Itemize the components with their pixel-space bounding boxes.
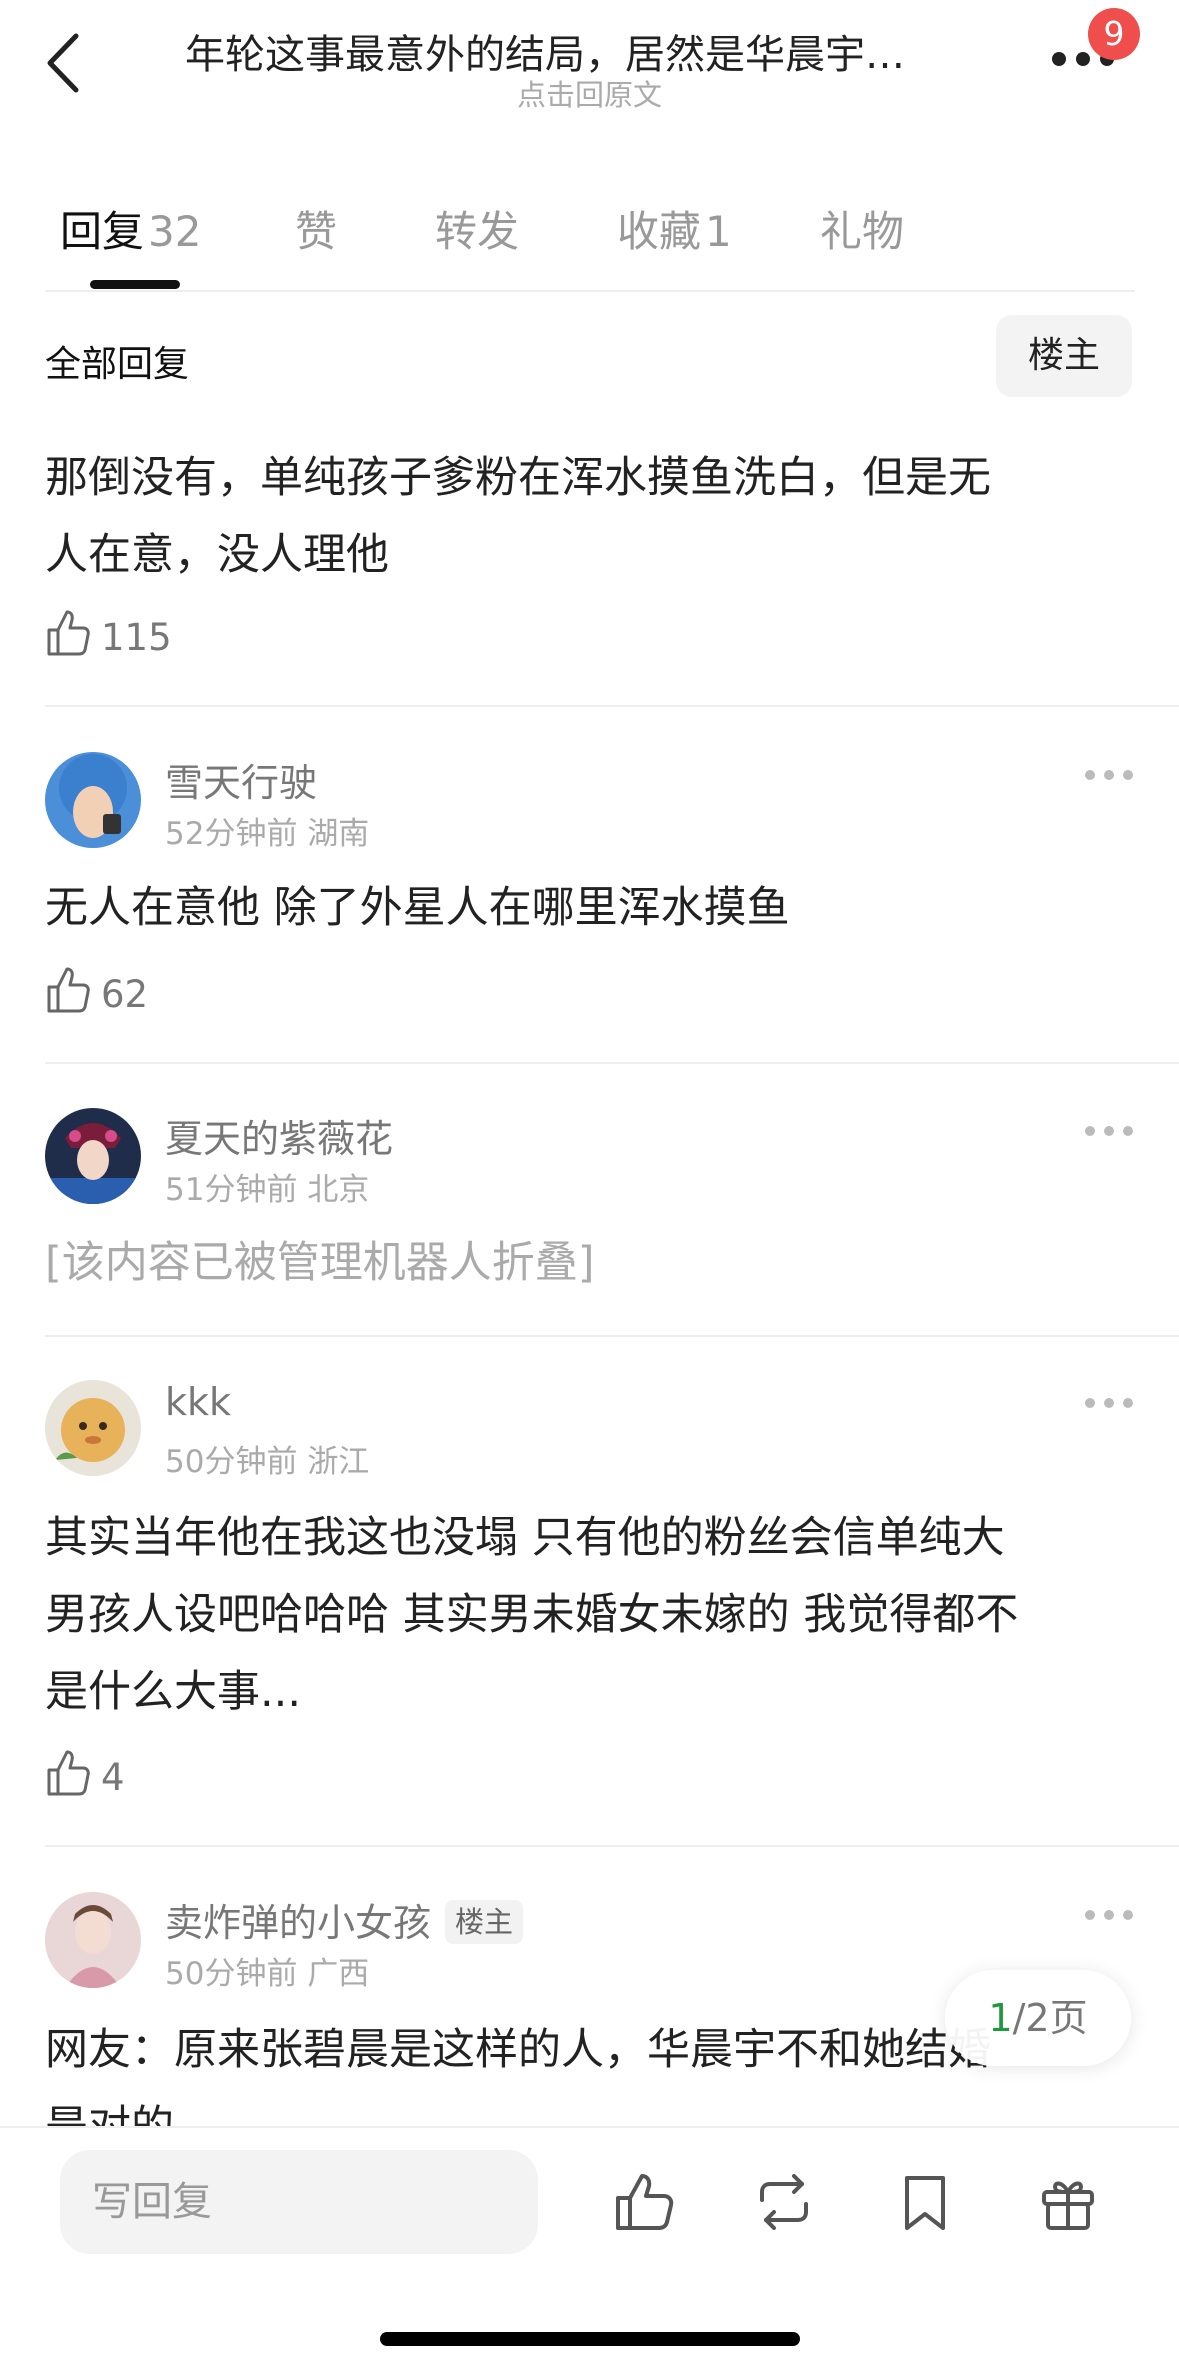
repost-icon[interactable]	[752, 2170, 816, 2234]
username[interactable]: 卖炸弹的小女孩 楼主	[165, 1892, 524, 1948]
divider	[45, 1335, 1179, 1337]
comment-location: 湖南	[307, 816, 370, 852]
username[interactable]: 雪天行驶	[165, 752, 317, 807]
total-pages: /2页	[1012, 1996, 1088, 2040]
like-count: 4	[101, 1756, 125, 1799]
comment-text: 无人在意他 除了外星人在哪里浑水摸鱼	[45, 883, 790, 933]
comment-time: 50分钟前	[165, 1444, 298, 1480]
comment-meta: 51分钟前 北京	[165, 1164, 369, 1209]
tab-label: 礼物	[820, 207, 905, 256]
comment-meta: 50分钟前 浙江	[165, 1436, 369, 1481]
tab-count: 32	[148, 207, 202, 256]
avatar[interactable]	[45, 1380, 141, 1476]
tab-reposts[interactable]: 转发	[435, 198, 519, 259]
avatar[interactable]	[45, 752, 141, 848]
tab-favorites[interactable]: 收藏1	[617, 198, 732, 259]
thumbs-up-icon	[47, 610, 90, 656]
tab-count: 1	[705, 207, 732, 256]
tab-likes[interactable]: 赞	[295, 198, 337, 259]
home-indicator	[380, 2332, 800, 2346]
thumbs-up-icon	[47, 967, 90, 1013]
bookmark-icon[interactable]	[893, 2170, 957, 2234]
avatar[interactable]	[45, 1108, 141, 1204]
tab-label: 赞	[295, 207, 338, 256]
divider	[45, 1062, 1179, 1064]
tab-bar: 回复32 赞 转发 收藏1 礼物	[0, 190, 1179, 290]
comment-text-line: 是什么大事...	[45, 1667, 302, 1717]
page-indicator[interactable]: 1/2页	[945, 1970, 1131, 2066]
tab-gifts[interactable]: 礼物	[820, 198, 904, 259]
tab-replies[interactable]: 回复32	[60, 198, 201, 259]
comment-location: 广西	[307, 1956, 370, 1992]
reply-input[interactable]: 写回复	[60, 2150, 538, 2254]
comment-location: 浙江	[307, 1444, 370, 1480]
comment-time: 51分钟前	[165, 1172, 298, 1208]
like-count: 62	[101, 973, 149, 1016]
filter-all-replies[interactable]: 全部回复	[45, 335, 189, 387]
comment-text-line: 网友：原来张碧晨是这样的人，华晨宇不和她结婚	[45, 2025, 991, 2075]
thumbs-up-icon[interactable]	[612, 2170, 676, 2234]
tab-label: 转发	[435, 207, 520, 256]
notification-badge: 9	[1088, 8, 1140, 60]
more-icon[interactable]	[1085, 1126, 1133, 1140]
op-tag: 楼主	[445, 1899, 524, 1944]
comment-meta: 50分钟前 广西	[165, 1948, 369, 1993]
thumbs-up-icon	[47, 1750, 90, 1796]
more-icon[interactable]	[1085, 1398, 1133, 1412]
comment-location: 北京	[307, 1172, 370, 1208]
avatar[interactable]	[45, 1892, 141, 1988]
username[interactable]: 夏天的紫薇花	[165, 1108, 393, 1163]
tab-label: 收藏	[617, 207, 702, 256]
more-icon[interactable]	[1085, 1910, 1133, 1924]
back-to-original-link[interactable]: 点击回原文	[0, 72, 1179, 114]
active-tab-indicator	[90, 280, 180, 289]
tab-label: 回复	[60, 207, 145, 256]
gift-icon[interactable]	[1036, 2170, 1100, 2234]
comment-text-line: 那倒没有，单纯孩子爹粉在浑水摸鱼洗白，但是无	[45, 453, 991, 503]
more-icon[interactable]	[1085, 770, 1133, 784]
username[interactable]: kkk	[165, 1380, 231, 1424]
comment-time: 50分钟前	[165, 1956, 298, 1992]
divider	[45, 1845, 1179, 1847]
comment-time: 52分钟前	[165, 816, 298, 852]
username-text: 卖炸弹的小女孩	[165, 1901, 432, 1945]
divider	[45, 290, 1135, 292]
like-count: 115	[101, 616, 172, 659]
comment-meta: 52分钟前 湖南	[165, 808, 369, 853]
divider	[45, 705, 1179, 707]
comment-text-line: 人在意，没人理他	[45, 530, 389, 580]
top-nav-bar: 年轮这事最意外的结局，居然是华晨宇… 点击回原文 9	[0, 0, 1179, 130]
comment-text-line: 男孩人设吧哈哈哈 其实男未婚女未嫁的 我觉得都不	[45, 1590, 1019, 1640]
op-only-filter-button[interactable]: 楼主	[996, 315, 1132, 397]
comment-text-line: 其实当年他在我这也没塌 只有他的粉丝会信单纯大	[45, 1513, 1005, 1563]
current-page: 1	[988, 1996, 1013, 2040]
folded-comment-text: [该内容已被管理机器人折叠]	[45, 1238, 595, 1288]
